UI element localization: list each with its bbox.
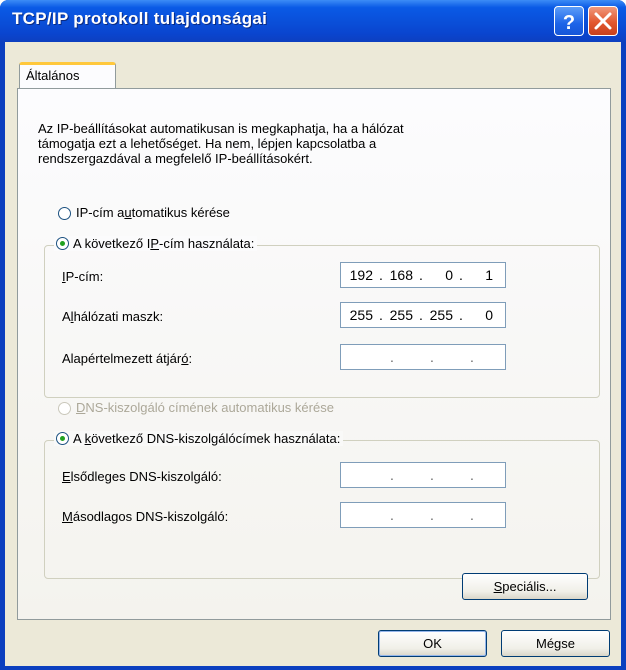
- subnet-mask-label: Alhálózati maszk:: [62, 309, 163, 324]
- radio-ip-auto-label[interactable]: IP-cím automatikus kérése: [76, 205, 230, 220]
- alternate-dns-input[interactable]: . . .: [340, 502, 506, 528]
- octet-separator: .: [430, 507, 434, 523]
- radio-ip-manual-label[interactable]: A következő IP-cím használata:: [54, 236, 258, 251]
- radio-dns-auto[interactable]: [58, 402, 71, 415]
- octet-separator: .: [390, 467, 394, 483]
- dialog-window: TCP/IP protokoll tulajdonságai ? Általán…: [0, 0, 626, 670]
- window-title: TCP/IP protokoll tulajdonságai: [12, 9, 268, 28]
- tab-altalanos[interactable]: Általános: [19, 62, 116, 89]
- label-accel: E: [62, 469, 71, 484]
- default-gateway-input[interactable]: . . .: [340, 344, 506, 370]
- close-x-icon: [594, 12, 612, 30]
- label-part: P-cím:: [65, 269, 104, 284]
- svg-text:?: ?: [563, 12, 575, 34]
- octet: 192: [349, 267, 373, 283]
- radio-ip-manual[interactable]: [56, 237, 69, 250]
- octet-separator: .: [470, 467, 474, 483]
- alternate-dns-label: Másodlagos DNS-kiszolgáló:: [62, 509, 228, 524]
- preferred-dns-label: Elsődleges DNS-kiszolgáló:: [62, 469, 222, 484]
- label-part: -cím használata:: [159, 236, 255, 251]
- label-accel: D: [76, 400, 86, 415]
- octet-separator: .: [470, 349, 474, 365]
- octet-separator: .: [390, 349, 394, 365]
- label-accel: u: [124, 205, 132, 220]
- label-part: Alapértelmezett átjár: [62, 351, 182, 366]
- ip-address-label: IP-cím:: [62, 269, 103, 284]
- radio-dns-manual[interactable]: [56, 432, 69, 445]
- help-button[interactable]: ?: [554, 6, 584, 36]
- radio-ip-auto[interactable]: [58, 207, 71, 220]
- label-part: övetkező DNS-kiszolgálócímek használata:: [91, 431, 341, 446]
- close-button[interactable]: [588, 6, 618, 36]
- octet-separator: .: [430, 467, 434, 483]
- radio-dns-manual-label[interactable]: A következő DNS-kiszolgálócímek használa…: [54, 431, 344, 446]
- octet: 0: [445, 267, 453, 283]
- default-gateway-label: Alapértelmezett átjáró:: [62, 351, 192, 366]
- title-bar[interactable]: TCP/IP protokoll tulajdonságai ?: [0, 0, 626, 42]
- octet: 168: [389, 267, 413, 283]
- octet: 255: [349, 307, 373, 323]
- description-text: Az IP-beállításokat automatikusan is meg…: [38, 121, 558, 166]
- label-part: hálózati maszk:: [73, 309, 164, 324]
- tab-panel: Az IP-beállításokat automatikusan is meg…: [17, 88, 611, 620]
- label-part: A következő I: [73, 236, 151, 251]
- tab-label: Általános: [26, 68, 80, 83]
- label-part: ásodlagos DNS-kiszolgáló:: [72, 509, 229, 524]
- subnet-mask-input[interactable]: 255 . 255 . 255 . 0: [340, 302, 506, 328]
- label-part: NS-kiszolgáló címének automatikus kérése: [85, 400, 334, 415]
- dialog-client: Általános Az IP-beállításokat automatiku…: [5, 42, 621, 666]
- label-part: tomatikus kérése: [131, 205, 230, 220]
- preferred-dns-input[interactable]: . . .: [340, 462, 506, 488]
- description-line: Az IP-beállításokat automatikusan is meg…: [38, 121, 404, 136]
- octet-separator: .: [390, 507, 394, 523]
- label-part: peciális...: [502, 579, 557, 594]
- label-part: IP-cím a: [76, 205, 125, 220]
- description-line: támogatja ezt a lehetőséget. Ha nem, lép…: [38, 136, 377, 151]
- octet-separator: .: [430, 349, 434, 365]
- octet: 0: [485, 307, 493, 323]
- octet: 255: [429, 307, 453, 323]
- question-mark-icon: ?: [563, 12, 575, 34]
- label-accel: S: [493, 579, 503, 594]
- label-accel: P: [150, 236, 159, 251]
- label-part: A: [73, 431, 85, 446]
- description-line: rendszergazdával a megfelelő IP-beállítá…: [38, 151, 313, 166]
- label-part: :: [188, 351, 193, 366]
- label-part: A: [62, 309, 71, 324]
- ip-address-input[interactable]: 192 . 168 . 0 . 1: [340, 262, 506, 288]
- octet-separator: .: [470, 507, 474, 523]
- octet: 1: [485, 267, 493, 283]
- radio-dns-auto-label[interactable]: DNS-kiszolgáló címének automatikus kérés…: [76, 400, 334, 415]
- label-accel: M: [62, 509, 73, 524]
- cancel-button[interactable]: Mégse: [501, 630, 610, 657]
- ok-button[interactable]: OK: [378, 630, 487, 657]
- label-part: lsődleges DNS-kiszolgáló:: [70, 469, 222, 484]
- advanced-button[interactable]: Speciális...: [462, 573, 588, 600]
- octet: 255: [389, 307, 413, 323]
